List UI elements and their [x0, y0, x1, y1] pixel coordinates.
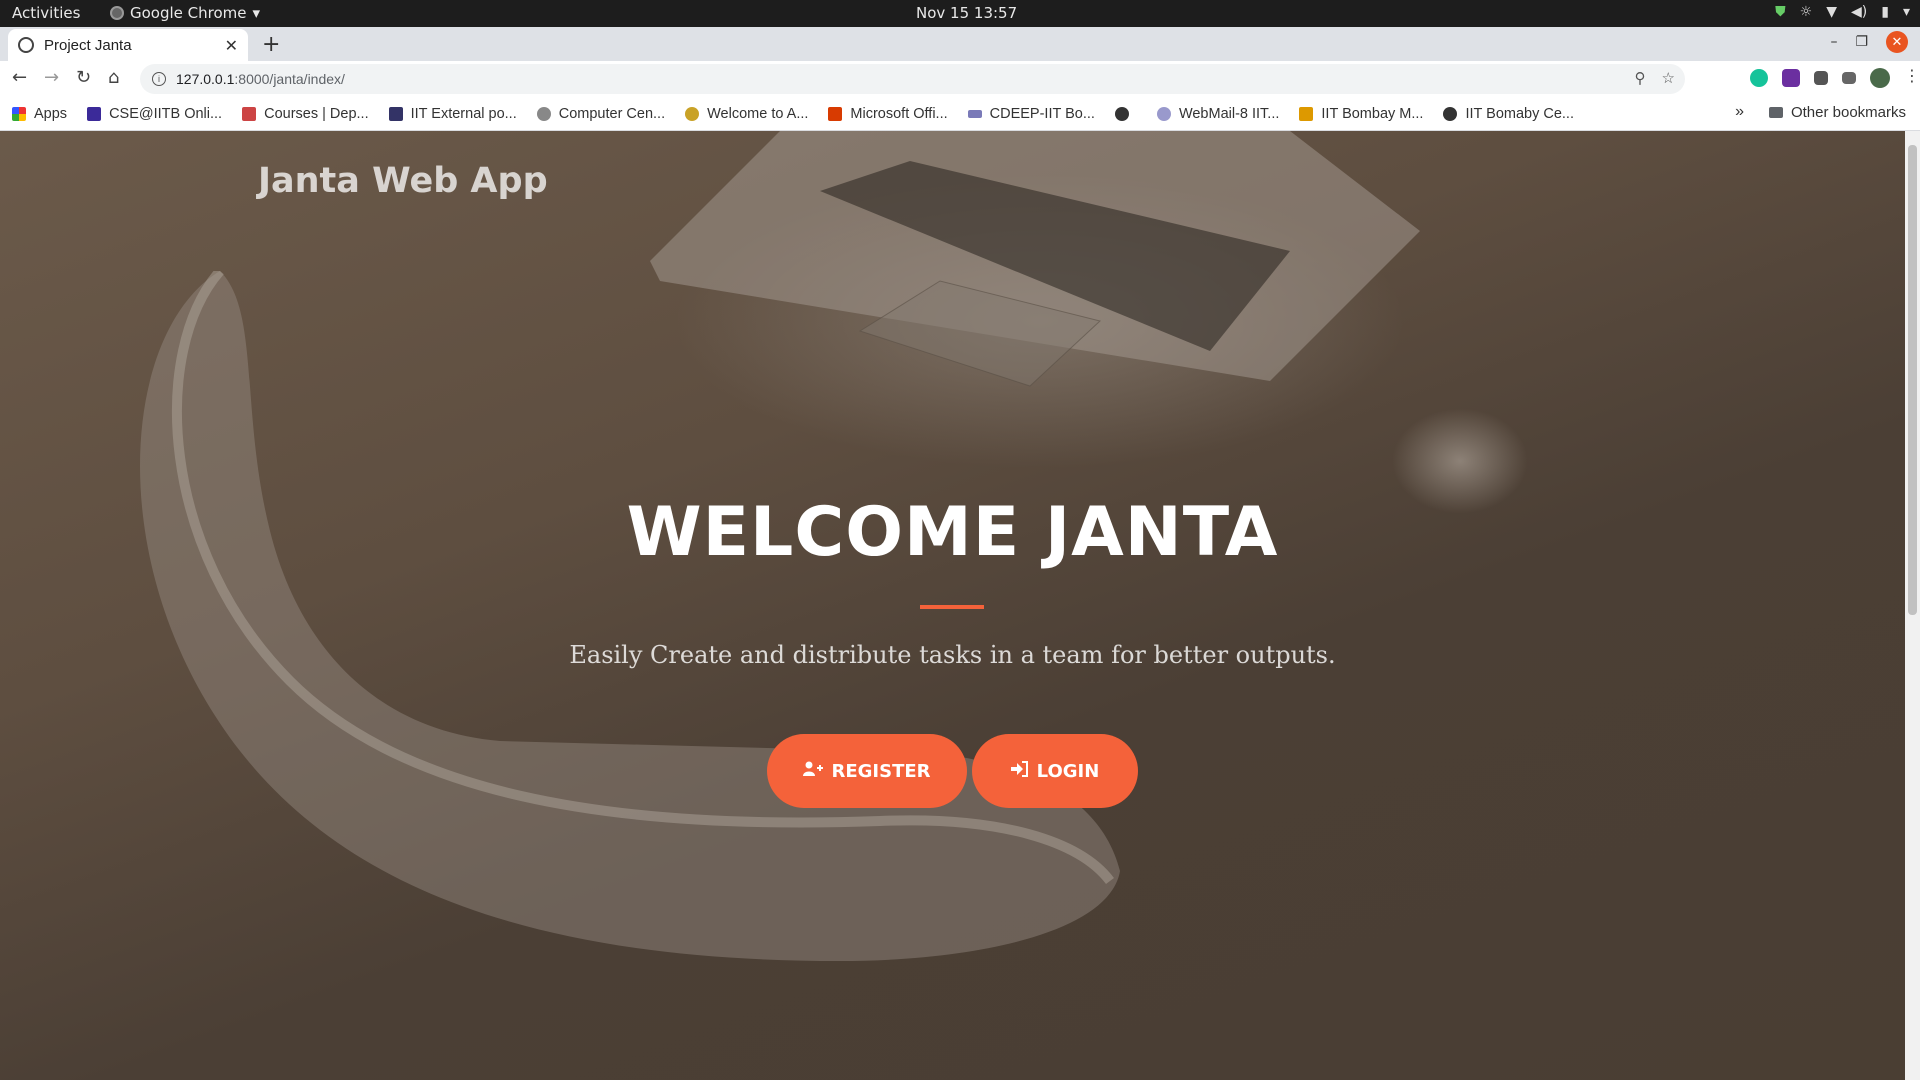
reload-icon[interactable]: ↻: [76, 67, 91, 88]
battery-icon: ▮: [1881, 4, 1889, 20]
globe-icon: [1443, 106, 1458, 121]
window-controls: – ❐ ✕: [1830, 31, 1908, 53]
brand-logo[interactable]: Janta Web App: [258, 161, 548, 201]
page-scrollbar[interactable]: [1905, 131, 1920, 1080]
bookmark-item[interactable]: Computer Cen...: [536, 106, 665, 122]
sign-in-icon: [1010, 760, 1029, 782]
bookmark-item[interactable]: Courses | Dep...: [242, 106, 369, 122]
register-button[interactable]: REGISTER: [767, 734, 967, 808]
activities-button[interactable]: Activities: [12, 4, 80, 22]
back-icon[interactable]: ←: [12, 67, 27, 88]
tab-project-janta[interactable]: Project Janta ✕: [8, 29, 248, 61]
volume-icon: ◀): [1851, 4, 1868, 20]
close-window-icon[interactable]: ✕: [1886, 31, 1908, 53]
register-label: REGISTER: [831, 760, 931, 782]
app-menu-label: Google Chrome: [130, 4, 247, 22]
page-hero: Janta Web App WELCOME JANTA Easily Creat…: [0, 131, 1905, 1080]
bookmark-favicon-icon: [685, 106, 700, 121]
app-menu[interactable]: Google Chrome ▾: [110, 4, 260, 22]
shield-icon[interactable]: ⛊: [1775, 4, 1786, 20]
bookmark-item[interactable]: CSE@IITB Onli...: [87, 106, 222, 122]
login-button[interactable]: LOGIN: [972, 734, 1138, 808]
bookmark-apps[interactable]: Apps: [12, 106, 67, 122]
new-tab-button[interactable]: +: [262, 32, 280, 57]
os-top-bar: Activities Google Chrome ▾ Nov 15 13:57 …: [0, 0, 1920, 27]
title-divider: [920, 605, 984, 609]
address-bar[interactable]: i 127.0.0.1:8000/janta/index/ ⚲ ☆: [140, 64, 1685, 94]
minimize-icon[interactable]: –: [1830, 34, 1837, 50]
brightness-icon: ☼: [1799, 4, 1813, 20]
avatar[interactable]: [1870, 68, 1890, 88]
media-icon[interactable]: [1842, 72, 1856, 84]
bookmark-favicon-icon: [536, 106, 551, 121]
chevron-down-icon: ▾: [252, 4, 261, 22]
chrome-icon: [110, 6, 124, 20]
wifi-icon: ▼: [1826, 4, 1838, 20]
forward-icon[interactable]: →: [44, 67, 59, 88]
bookmark-item[interactable]: CDEEP-IIT Bo...: [967, 106, 1095, 122]
system-tray[interactable]: ⛊ ☼ ▼ ◀) ▮ ▾: [1775, 4, 1910, 20]
login-label: LOGIN: [1036, 760, 1100, 782]
extensions-area: ⋮: [1750, 68, 1920, 88]
globe-icon: [18, 37, 34, 53]
apps-grid-icon: [12, 106, 26, 121]
chair-background-image: [140, 271, 1120, 961]
browser-toolbar: ← → ↻ ⌂ i 127.0.0.1:8000/janta/index/ ⚲ …: [0, 61, 1920, 97]
chevron-down-icon[interactable]: ▾: [1903, 4, 1910, 20]
user-plus-icon: [803, 761, 824, 782]
hero-title: WELCOME JANTA: [626, 493, 1279, 572]
site-info-icon[interactable]: i: [152, 72, 166, 86]
restore-icon[interactable]: ❐: [1855, 34, 1868, 50]
bookmark-star-icon[interactable]: ☆: [1662, 69, 1675, 87]
bookmark-favicon-icon: [87, 106, 102, 121]
clock[interactable]: Nov 15 13:57: [916, 4, 1017, 22]
bookmark-item[interactable]: Microsoft Offi...: [828, 106, 948, 122]
bookmark-item[interactable]: IIT External po...: [388, 106, 517, 122]
bookmark-item[interactable]: WebMail-8 IIT...: [1156, 106, 1279, 122]
more-bookmarks-button[interactable]: »: [1735, 103, 1744, 121]
home-icon[interactable]: ⌂: [108, 67, 119, 88]
other-bookmarks[interactable]: Other bookmarks: [1768, 104, 1906, 121]
extension-icon[interactable]: [1782, 69, 1800, 87]
bookmark-favicon-icon: [1299, 106, 1314, 121]
bookmark-item[interactable]: [1114, 106, 1137, 121]
url-path: :8000/janta/index/: [234, 71, 345, 87]
bookmark-favicon-icon: [1156, 106, 1171, 121]
globe-icon: [1114, 106, 1129, 121]
menu-icon[interactable]: ⋮: [1904, 68, 1920, 87]
tab-title: Project Janta: [44, 36, 132, 54]
office-icon: [828, 106, 843, 121]
bookmark-item[interactable]: IIT Bombay M...: [1299, 106, 1423, 122]
scrollbar-thumb[interactable]: [1908, 145, 1917, 615]
close-tab-icon[interactable]: ✕: [225, 36, 238, 55]
bookmark-item[interactable]: Welcome to A...: [685, 106, 808, 122]
folder-icon: [1768, 107, 1783, 118]
tab-strip: Project Janta ✕ + – ❐ ✕: [0, 27, 1920, 61]
bookmarks-bar: Apps CSE@IITB Onli... Courses | Dep... I…: [0, 97, 1920, 131]
hero-subtitle: Easily Create and distribute tasks in a …: [569, 641, 1336, 669]
grammarly-icon[interactable]: [1750, 69, 1768, 87]
bookmark-favicon-icon: [242, 106, 257, 121]
bookmark-favicon-icon: [967, 109, 982, 118]
puzzle-icon[interactable]: [1814, 71, 1828, 85]
zoom-icon[interactable]: ⚲: [1635, 69, 1646, 87]
bookmark-item[interactable]: IIT Bomaby Ce...: [1443, 106, 1574, 122]
url-host: 127.0.0.1: [176, 71, 235, 87]
bookmark-favicon-icon: [388, 106, 403, 121]
